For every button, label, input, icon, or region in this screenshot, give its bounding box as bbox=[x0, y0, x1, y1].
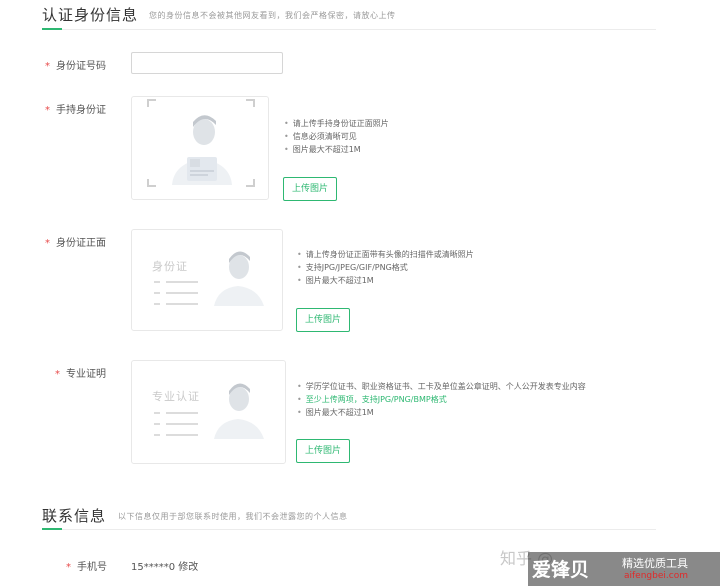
identity-section-divider bbox=[42, 29, 656, 30]
id-front-upload-button[interactable]: 上传图片 bbox=[296, 308, 351, 332]
identity-section-title: 认证身份信息 bbox=[42, 6, 139, 24]
site-watermark: 爱锋贝 精选优质工具 aifengbei.com bbox=[528, 552, 720, 586]
id-front-hints: 请上传身份证正面带有头像的扫描件或清晰照片 支持JPG/JPEG/GIF/PNG… bbox=[297, 248, 474, 287]
professional-cert-upload-button[interactable]: 上传图片 bbox=[296, 439, 351, 463]
hint-item: 图片最大不超过1M bbox=[297, 406, 586, 419]
id-number-input[interactable] bbox=[131, 52, 283, 74]
id-number-label: * 身份证号码 bbox=[45, 57, 106, 72]
contact-section-title: 联系信息 bbox=[42, 507, 107, 525]
professional-cert-illustration bbox=[154, 383, 264, 439]
hint-item: 请上传身份证正面带有头像的扫描件或清晰照片 bbox=[297, 248, 474, 261]
hint-item: 学历学位证书、职业资格证书、工卡及单位盖公章证明、个人公开发表专业内容 bbox=[297, 380, 586, 393]
professional-cert-label-text: 专业证明 bbox=[66, 369, 106, 380]
phone-label-text: 手机号 bbox=[77, 562, 107, 573]
required-mark: * bbox=[66, 562, 71, 573]
site-watermark-name: 爱锋贝 bbox=[532, 559, 590, 581]
hint-item: 信息必须清晰可见 bbox=[284, 130, 389, 143]
id-front-label: * 身份证正面 bbox=[45, 234, 106, 249]
phone-edit-link[interactable]: 修改 bbox=[178, 562, 198, 573]
handheld-id-label-text: 手持身份证 bbox=[56, 105, 106, 116]
id-front-illustration bbox=[154, 251, 264, 306]
handheld-id-preview[interactable] bbox=[131, 96, 269, 200]
professional-cert-card-text: 专业认证 bbox=[152, 390, 200, 403]
phone-value-row: 15*****0 修改 bbox=[131, 558, 198, 573]
phone-value: 15*****0 bbox=[131, 562, 176, 573]
phone-label: * 手机号 bbox=[66, 558, 107, 573]
required-mark: * bbox=[45, 105, 50, 116]
hint-item: 至少上传两项，支持JPG/PNG/BMP格式 bbox=[297, 393, 586, 406]
professional-cert-label: * 专业证明 bbox=[55, 365, 106, 380]
contact-section-accent bbox=[42, 528, 62, 530]
handheld-id-label: * 手持身份证 bbox=[45, 101, 106, 116]
required-mark: * bbox=[45, 61, 50, 72]
hint-item: 支持JPG/JPEG/GIF/PNG格式 bbox=[297, 261, 474, 274]
handheld-id-illustration bbox=[147, 99, 255, 187]
site-watermark-url: aifengbei.com bbox=[624, 571, 688, 581]
hint-item: 请上传手持身份证正面照片 bbox=[284, 117, 389, 130]
contact-section-divider bbox=[42, 529, 656, 530]
professional-cert-hints: 学历学位证书、职业资格证书、工卡及单位盖公章证明、个人公开发表专业内容 至少上传… bbox=[297, 380, 586, 419]
handheld-id-hints: 请上传手持身份证正面照片 信息必须清晰可见 图片最大不超过1M bbox=[284, 117, 389, 156]
id-front-label-text: 身份证正面 bbox=[56, 238, 106, 249]
required-mark: * bbox=[55, 369, 60, 380]
handheld-id-upload-button[interactable]: 上传图片 bbox=[283, 177, 338, 201]
identity-section-description: 您的身份信息不会被其他网友看到，我们会严格保密，请放心上传 bbox=[149, 11, 396, 20]
id-front-card-text: 身份证 bbox=[152, 260, 188, 273]
contact-section-description: 以下信息仅用于部您联系时使用，我们不会泄露您的个人信息 bbox=[118, 512, 348, 521]
id-number-label-text: 身份证号码 bbox=[56, 61, 106, 72]
hint-item: 图片最大不超过1M bbox=[284, 143, 389, 156]
hint-item: 图片最大不超过1M bbox=[297, 274, 474, 287]
id-front-preview[interactable]: 身份证 bbox=[131, 229, 283, 331]
identity-section-accent bbox=[42, 28, 62, 30]
required-mark: * bbox=[45, 238, 50, 249]
site-watermark-slogan: 精选优质工具 bbox=[622, 557, 688, 570]
professional-cert-preview[interactable]: 专业认证 bbox=[131, 360, 286, 464]
